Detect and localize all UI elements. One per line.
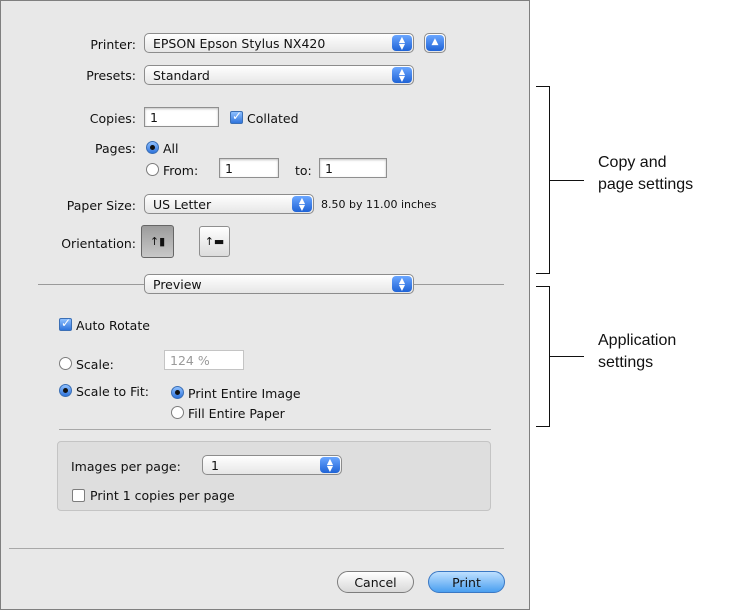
landscape-orientation-button[interactable]: ↑▬ xyxy=(199,226,230,257)
presets-popup[interactable]: Standard ▲ ▼ xyxy=(144,65,414,85)
presets-label: Presets: xyxy=(86,68,136,83)
print-button[interactable]: Print xyxy=(428,571,505,593)
scale-field[interactable]: 124 % xyxy=(164,350,244,370)
auto-rotate-label: Auto Rotate xyxy=(76,318,150,333)
paper-size-popup[interactable]: US Letter ▲ ▼ xyxy=(144,194,314,214)
print-copies-checkbox[interactable] xyxy=(72,489,85,502)
updown-arrows-icon: ▲ ▼ xyxy=(392,276,412,292)
section-popup[interactable]: Preview ▲ ▼ xyxy=(144,274,414,294)
pages-all-label: All xyxy=(163,141,179,156)
application-annotation-line2: settings xyxy=(598,354,654,371)
application-bracket xyxy=(536,286,550,427)
print-entire-image-label: Print Entire Image xyxy=(188,386,301,401)
copy-page-callout-line xyxy=(550,180,584,181)
images-per-page-label: Images per page: xyxy=(71,459,181,474)
scale-to-fit-label: Scale to Fit: xyxy=(76,384,149,399)
cancel-button[interactable]: Cancel xyxy=(337,571,414,593)
print-dialog: Printer: EPSON Epson Stylus NX420 ▲ ▼ ▲ P… xyxy=(0,0,530,610)
printer-value: EPSON Epson Stylus NX420 xyxy=(153,36,326,51)
orientation-label: Orientation: xyxy=(61,236,136,251)
copy-page-annotation: Copy and page settings xyxy=(598,152,693,196)
expand-dialog-button[interactable]: ▲ xyxy=(424,33,446,53)
copy-page-annotation-line1: Copy and xyxy=(598,154,667,171)
copies-field[interactable]: 1 xyxy=(144,107,219,127)
pages-to-field[interactable]: 1 xyxy=(319,158,387,178)
images-per-page-popup[interactable]: 1 ▲ ▼ xyxy=(202,455,342,475)
section-popup-value: Preview xyxy=(153,277,202,292)
bottom-divider xyxy=(9,548,504,549)
scale-label: Scale: xyxy=(76,357,114,372)
disclosure-up-icon: ▲ xyxy=(426,35,444,51)
application-callout-line xyxy=(550,356,584,357)
paper-size-label: Paper Size: xyxy=(66,198,136,213)
print-copies-label: Print 1 copies per page xyxy=(90,488,235,503)
fill-entire-paper-radio[interactable] xyxy=(171,406,184,419)
pages-label: Pages: xyxy=(95,141,136,156)
paper-dimensions: 8.50 by 11.00 inches xyxy=(321,198,437,211)
pages-from-radio[interactable] xyxy=(146,163,159,176)
scale-to-fit-radio[interactable] xyxy=(59,384,72,397)
separator-left xyxy=(38,284,144,285)
pages-to-label: to: xyxy=(295,163,312,178)
paper-size-value: US Letter xyxy=(153,197,212,212)
collated-checkbox[interactable] xyxy=(230,109,243,124)
pages-all-radio[interactable] xyxy=(146,141,159,154)
auto-rotate-checkbox[interactable] xyxy=(59,316,72,331)
printer-label: Printer: xyxy=(90,37,136,52)
copy-page-bracket xyxy=(536,86,550,274)
updown-arrows-icon: ▲ ▼ xyxy=(392,35,412,51)
updown-arrows-icon: ▲ ▼ xyxy=(292,196,312,212)
copy-page-annotation-line2: page settings xyxy=(598,176,694,193)
scale-radio[interactable] xyxy=(59,357,72,370)
application-annotation-line1: Application xyxy=(598,332,677,349)
fill-entire-paper-label: Fill Entire Paper xyxy=(188,406,285,421)
portrait-orientation-button[interactable]: ↑▮ xyxy=(141,225,174,258)
images-per-page-value: 1 xyxy=(211,458,219,473)
printer-popup[interactable]: EPSON Epson Stylus NX420 ▲ ▼ xyxy=(144,33,414,53)
application-annotation: Application settings xyxy=(598,330,676,374)
landscape-icon: ↑▬ xyxy=(204,235,225,248)
pages-from-field[interactable]: 1 xyxy=(219,158,279,178)
presets-value: Standard xyxy=(153,68,210,83)
portrait-icon: ↑▮ xyxy=(149,235,166,248)
pages-from-label: From: xyxy=(163,163,199,178)
updown-arrows-icon: ▲ ▼ xyxy=(320,457,340,473)
copies-label: Copies: xyxy=(89,111,136,126)
updown-arrows-icon: ▲ ▼ xyxy=(392,67,412,83)
separator-right xyxy=(414,284,504,285)
print-entire-image-radio[interactable] xyxy=(171,386,184,399)
collated-label: Collated xyxy=(247,111,299,126)
divider xyxy=(59,429,491,430)
